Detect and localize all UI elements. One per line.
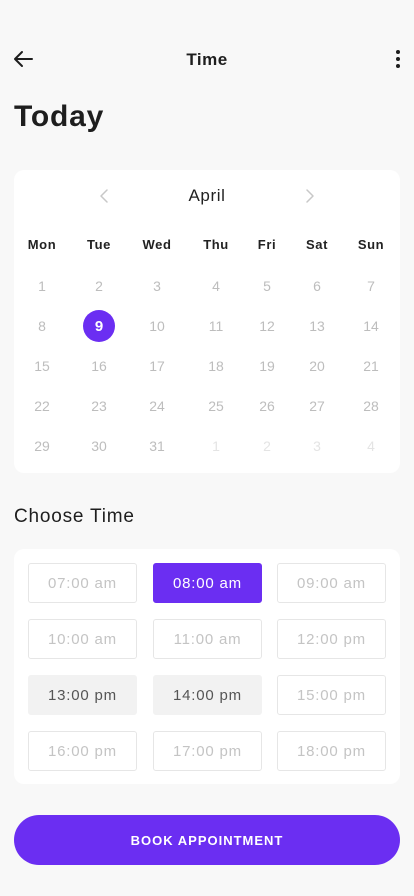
weekday-label: Wed [142, 237, 172, 252]
time-slot-button[interactable]: 13:00 pm [28, 675, 137, 715]
calendar-day: 2 [263, 438, 271, 454]
calendar-day[interactable]: 21 [355, 350, 387, 382]
calendar-header: April [14, 184, 400, 208]
calendar-day[interactable]: 28 [355, 390, 387, 422]
calendar-day[interactable]: 14 [355, 310, 387, 342]
calendar-day: 4 [367, 438, 375, 454]
time-slot-button[interactable]: 18:00 pm [277, 731, 386, 771]
time-slot-button[interactable]: 16:00 pm [28, 731, 137, 771]
calendar-day[interactable]: 31 [141, 430, 173, 462]
calendar-day[interactable]: 6 [301, 270, 333, 302]
calendar-day[interactable]: 10 [141, 310, 173, 342]
time-slot-button[interactable]: 09:00 am [277, 563, 386, 603]
next-month-button[interactable] [301, 187, 319, 205]
calendar-day[interactable]: 13 [301, 310, 333, 342]
weekday-row: Mon Tue Wed Thu Fri Sat Sun [14, 237, 400, 255]
page-heading: Today [14, 100, 105, 133]
choose-time-title: Choose Time [14, 506, 135, 527]
calendar-day[interactable]: 16 [83, 350, 115, 382]
weekday-label: Thu [203, 237, 229, 252]
time-slot-card: 07:00 am 08:00 am 09:00 am 10:00 am 11:00 am… [14, 549, 400, 784]
weekday-label: Mon [27, 237, 57, 252]
calendar-day[interactable]: 18 [200, 350, 232, 382]
calendar-day[interactable]: 15 [26, 350, 58, 382]
chevron-right-icon [306, 189, 314, 203]
calendar-grid: 1 2 3 4 5 6 7 8 9 10 11 12 13 14 15 16 17 18 19 20 21 22 23 24 2… [14, 270, 400, 470]
time-slot-button[interactable]: 17:00 pm [153, 731, 262, 771]
book-appointment-button[interactable]: BOOK APPOINTMENT [14, 815, 400, 865]
time-slot-button[interactable]: 14:00 pm [153, 675, 262, 715]
calendar-day[interactable]: 17 [141, 350, 173, 382]
weekday-label: Fri [257, 237, 277, 252]
time-slot-button[interactable]: 15:00 pm [277, 675, 386, 715]
calendar-day[interactable]: 12 [251, 310, 283, 342]
month-label: April [188, 186, 226, 205]
time-slot-button[interactable]: 11:00 am [153, 619, 262, 659]
weekday-label: Tue [87, 237, 111, 252]
calendar-day[interactable]: 26 [251, 390, 283, 422]
more-options-button[interactable] [390, 46, 406, 72]
calendar-day[interactable]: 1 [26, 270, 58, 302]
time-slot-button[interactable]: 12:00 pm [277, 619, 386, 659]
calendar-day[interactable]: 23 [83, 390, 115, 422]
calendar-day[interactable]: 11 [200, 310, 232, 342]
calendar-day-selected[interactable]: 9 [83, 310, 115, 342]
calendar-card: April Mon Tue Wed Thu Fri Sat Sun 1 2 3 4 5 6 7 8 9 10 1… [14, 170, 400, 473]
time-slot-button[interactable]: 08:00 am [153, 563, 262, 603]
calendar-day[interactable]: 27 [301, 390, 333, 422]
calendar-day[interactable]: 25 [200, 390, 232, 422]
calendar-day[interactable]: 24 [141, 390, 173, 422]
time-slot-button[interactable]: 10:00 am [28, 619, 137, 659]
calendar-day[interactable]: 29 [26, 430, 58, 462]
calendar-day[interactable]: 8 [26, 310, 58, 342]
weekday-label: Sun [357, 237, 385, 252]
calendar-day[interactable]: 3 [141, 270, 173, 302]
weekday-label: Sat [305, 237, 329, 252]
calendar-day[interactable]: 20 [301, 350, 333, 382]
calendar-day[interactable]: 2 [83, 270, 115, 302]
calendar-day[interactable]: 19 [251, 350, 283, 382]
calendar-day: 1 [212, 438, 220, 454]
calendar-day[interactable]: 22 [26, 390, 58, 422]
calendar-day[interactable]: 7 [355, 270, 387, 302]
top-bar: Time [0, 40, 414, 80]
calendar-day[interactable]: 4 [200, 270, 232, 302]
time-slot-button[interactable]: 07:00 am [28, 563, 137, 603]
calendar-day[interactable]: 30 [83, 430, 115, 462]
page-title: Time [186, 50, 228, 69]
more-vertical-icon [396, 50, 400, 68]
calendar-day: 3 [313, 438, 321, 454]
calendar-day[interactable]: 5 [251, 270, 283, 302]
